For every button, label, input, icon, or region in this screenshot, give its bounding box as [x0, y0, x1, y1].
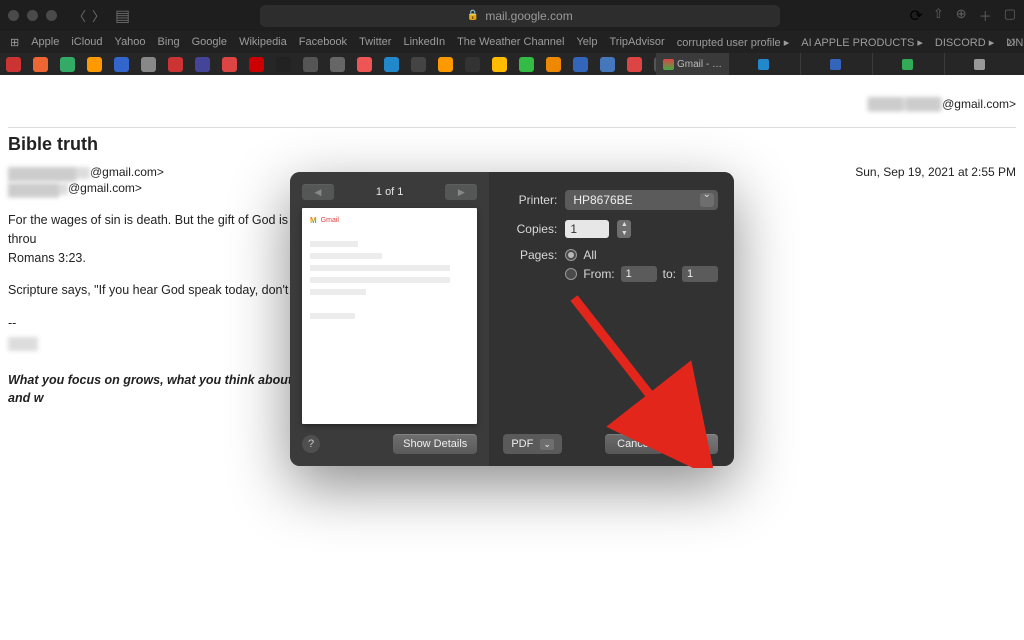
- toolbar-right-icons: ⇧ ⊕ ＋ ▢: [933, 6, 1016, 25]
- favicon[interactable]: [168, 57, 183, 72]
- pages-all-label: All: [583, 248, 596, 262]
- pages-range-radio[interactable]: [565, 268, 577, 280]
- tab-other[interactable]: [944, 53, 1016, 75]
- forward-icon[interactable]: 〉: [92, 6, 105, 25]
- pages-to-input[interactable]: 1: [682, 266, 718, 282]
- divider: [8, 127, 1016, 128]
- bookmark-item[interactable]: LinkedIn: [403, 36, 445, 48]
- favicon[interactable]: [357, 57, 372, 72]
- preview-brand: Gmail: [310, 216, 469, 225]
- bookmarks-menu-icon[interactable]: ⊞: [10, 36, 19, 49]
- bookmarks-bar: ⊞ Apple iCloud Yahoo Bing Google Wikiped…: [0, 31, 1024, 53]
- favicon[interactable]: [330, 57, 345, 72]
- favicon[interactable]: [222, 57, 237, 72]
- pages-to-label: to:: [663, 267, 676, 281]
- address-bar-wrap: 🔒 mail.google.com: [140, 5, 899, 27]
- pages-from-input[interactable]: 1: [621, 266, 657, 282]
- favicon[interactable]: [195, 57, 210, 72]
- tab-strip: Gmail - …: [656, 53, 1016, 75]
- window-traffic-lights[interactable]: [8, 10, 57, 21]
- favicon[interactable]: [303, 57, 318, 72]
- favicon[interactable]: [600, 57, 615, 72]
- favicon[interactable]: [60, 57, 75, 72]
- lock-icon: 🔒: [467, 10, 479, 21]
- back-icon[interactable]: 〈: [73, 6, 86, 25]
- pdf-dropdown[interactable]: PDF: [503, 434, 562, 454]
- bookmark-item[interactable]: The Weather Channel: [457, 36, 564, 48]
- tab-other[interactable]: [872, 53, 944, 75]
- bookmark-item[interactable]: Twitter: [359, 36, 391, 48]
- bookmark-item[interactable]: TripAdvisor: [610, 36, 665, 48]
- prev-page-button[interactable]: ◀: [302, 184, 334, 200]
- share-icon[interactable]: ⇧: [933, 6, 944, 25]
- bookmark-item[interactable]: Yahoo: [115, 36, 146, 48]
- reload-icon[interactable]: ⟳: [909, 6, 922, 26]
- bookmark-item[interactable]: DISCORD ▸: [935, 36, 994, 49]
- download-icon[interactable]: ⊕: [956, 6, 967, 25]
- email-subject: Bible truth: [8, 134, 1016, 155]
- next-page-button[interactable]: ▶: [445, 184, 477, 200]
- newtab-icon[interactable]: ＋: [979, 6, 992, 25]
- favorites-row: Gmail - …: [0, 53, 1024, 75]
- redacted-name: ████ ████: [867, 97, 942, 111]
- bookmark-item[interactable]: Apple: [31, 36, 59, 48]
- favicon[interactable]: [438, 57, 453, 72]
- help-button[interactable]: ?: [302, 435, 320, 453]
- favicon[interactable]: [627, 57, 642, 72]
- print-dialog: ◀ 1 of 1 ▶ Gmail ? Show Details Printer:…: [290, 172, 734, 466]
- browser-titlebar: 〈 〉 ▤ 🔒 mail.google.com ⟳ ⇧ ⊕ ＋ ▢: [0, 0, 1024, 31]
- favicon[interactable]: [546, 57, 561, 72]
- copies-input[interactable]: 1: [565, 220, 609, 238]
- favicon[interactable]: [33, 57, 48, 72]
- bookmark-item[interactable]: iCloud: [71, 36, 102, 48]
- pages-from-label: From:: [583, 267, 614, 281]
- bookmark-item[interactable]: Google: [192, 36, 227, 48]
- page-counter: 1 of 1: [376, 186, 404, 198]
- copies-stepper[interactable]: ▲▼: [617, 220, 631, 238]
- favicon[interactable]: [87, 57, 102, 72]
- bookmark-item[interactable]: Facebook: [299, 36, 347, 48]
- copies-label: Copies:: [503, 222, 557, 236]
- bookmark-item[interactable]: Wikipedia: [239, 36, 287, 48]
- address-bar[interactable]: 🔒 mail.google.com: [260, 5, 780, 27]
- bookmark-item[interactable]: AI APPLE PRODUCTS ▸: [801, 36, 923, 49]
- favicon[interactable]: [141, 57, 156, 72]
- cancel-button[interactable]: Cancel: [605, 434, 663, 454]
- favicon[interactable]: [114, 57, 129, 72]
- tab-other[interactable]: [800, 53, 872, 75]
- bookmarks-overflow-icon[interactable]: »: [1007, 33, 1016, 51]
- printer-select[interactable]: HP8676BE: [565, 190, 718, 210]
- favicon[interactable]: [6, 57, 21, 72]
- bookmark-item[interactable]: corrupted user profile ▸: [677, 36, 790, 49]
- page-preview: Gmail: [302, 208, 477, 424]
- favicon[interactable]: [492, 57, 507, 72]
- favicon[interactable]: [276, 57, 291, 72]
- email-date: Sun, Sep 19, 2021 at 2:55 PM: [855, 165, 1016, 179]
- favicon[interactable]: [519, 57, 534, 72]
- favicon[interactable]: [249, 57, 264, 72]
- favicon[interactable]: [573, 57, 588, 72]
- pages-all-radio[interactable]: [565, 249, 577, 261]
- show-details-button[interactable]: Show Details: [393, 434, 477, 454]
- favicon[interactable]: [411, 57, 426, 72]
- sidebar-icon[interactable]: ▤: [115, 6, 130, 26]
- print-options-pane: Printer: HP8676BE Copies: 1 ▲▼ Pages: Al…: [489, 172, 734, 466]
- printer-label: Printer:: [503, 193, 557, 207]
- header-recipient: ████ ████@gmail.com>: [8, 97, 1016, 111]
- bookmark-item[interactable]: Yelp: [576, 36, 597, 48]
- tab-other[interactable]: [728, 53, 800, 75]
- favicon[interactable]: [465, 57, 480, 72]
- url-text: mail.google.com: [485, 9, 572, 23]
- pages-label: Pages:: [503, 248, 557, 262]
- tabs-icon[interactable]: ▢: [1004, 6, 1016, 25]
- tab-gmail[interactable]: Gmail - …: [656, 53, 728, 75]
- redacted-signature: [8, 337, 38, 351]
- favicon[interactable]: [384, 57, 399, 72]
- bookmark-item[interactable]: Bing: [158, 36, 180, 48]
- nav-back-forward[interactable]: 〈 〉: [73, 6, 105, 25]
- print-preview-pane: ◀ 1 of 1 ▶ Gmail ? Show Details: [290, 172, 489, 466]
- print-button[interactable]: Print: [671, 434, 718, 454]
